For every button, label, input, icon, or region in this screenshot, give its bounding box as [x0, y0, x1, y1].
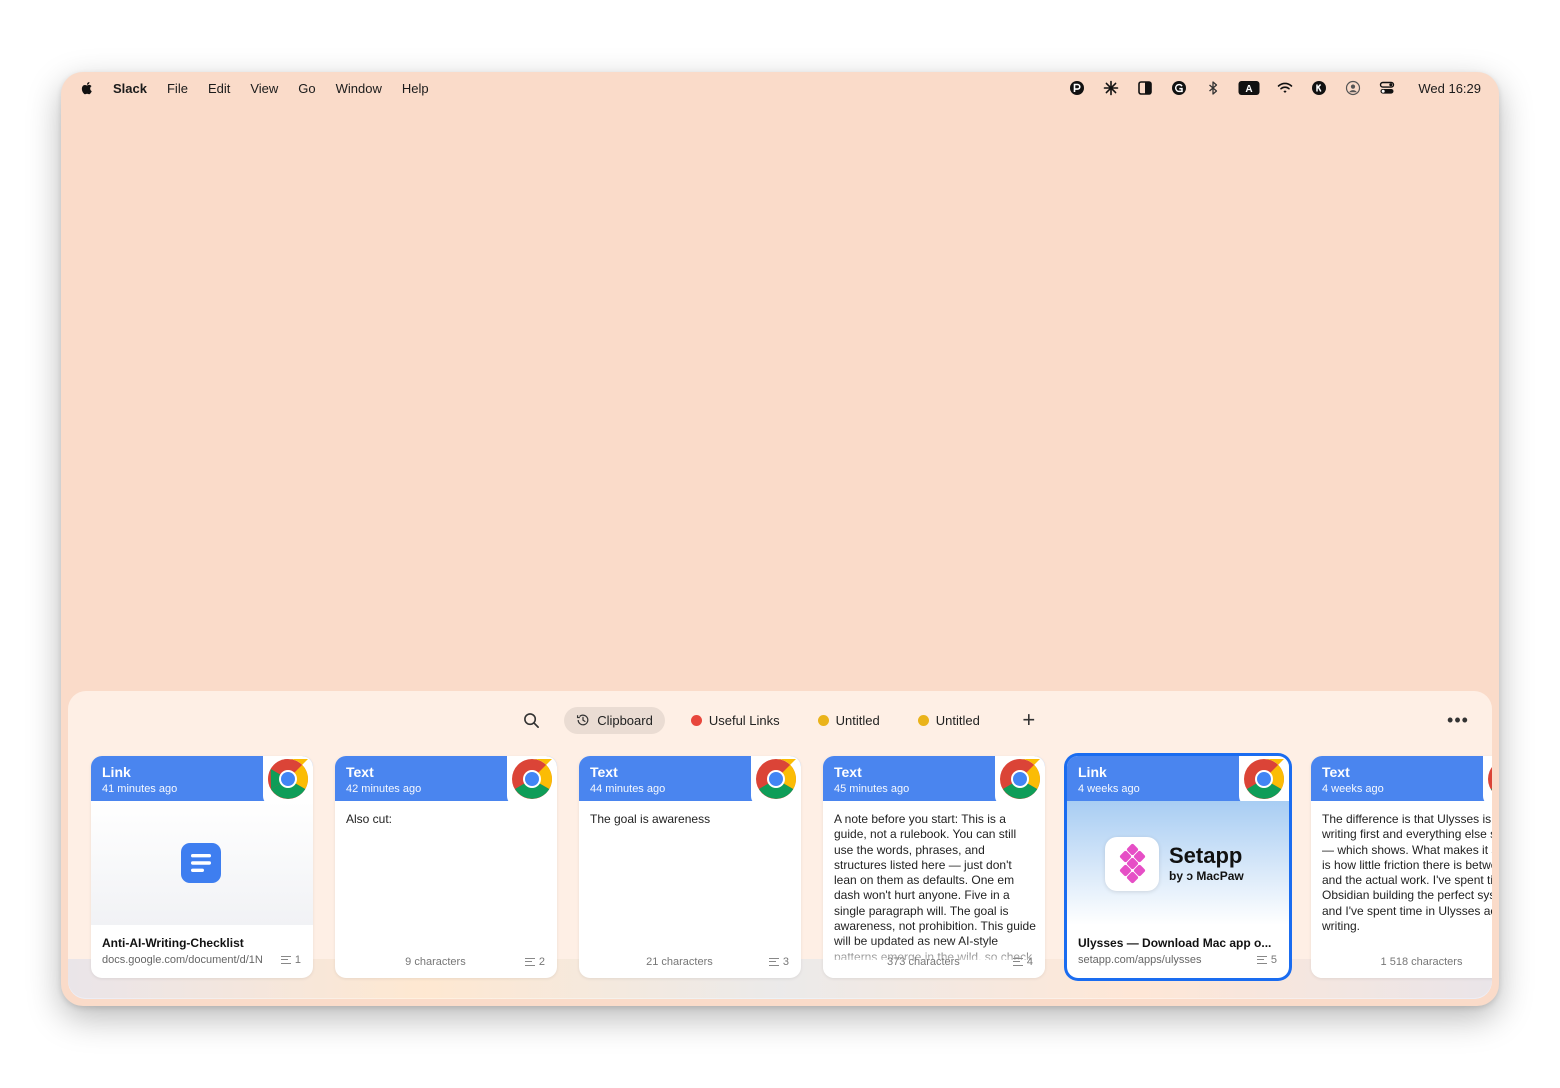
link-preview: Setapp by ↄ MacPaw [1067, 801, 1289, 925]
panel-toolbar: Clipboard Useful Links Untitled Untitled… [68, 705, 1492, 735]
lines-icon [524, 958, 535, 966]
card-text: A note before you start: This is a guide… [834, 812, 1036, 960]
card-index: 4 [1012, 956, 1033, 968]
card-type: Text [1322, 764, 1350, 780]
tab-color-dot [690, 714, 702, 726]
add-pinboard-button[interactable]: + [1018, 709, 1040, 731]
card-text: The goal is awareness [590, 812, 711, 826]
card-index-number: 4 [1026, 956, 1033, 968]
card-footer: 1 518 characters [1322, 955, 1492, 969]
control-center-icon[interactable] [1378, 79, 1396, 97]
tab-useful-links-label: Useful Links [708, 712, 780, 728]
tab-clipboard-label: Clipboard [597, 712, 653, 728]
sparkle-icon[interactable] [1102, 79, 1120, 97]
chrome-icon [1239, 756, 1289, 806]
sidebar-icon[interactable] [1136, 79, 1154, 97]
tab-untitled-2-label: Untitled [935, 712, 980, 728]
clip-card-5[interactable]: Link 4 weeks ago Setapp by ↄ MacPaw Ulys… [1067, 756, 1289, 978]
chrome-icon [507, 756, 557, 806]
google-docs-icon [181, 843, 221, 883]
link-url: setapp.com/apps/ulysses [1078, 954, 1202, 966]
menu-clock[interactable]: Wed 16:29 [1418, 81, 1481, 96]
card-index-number: 1 [294, 954, 301, 966]
card-time: 4 weeks ago [1322, 783, 1384, 795]
clip-card-2[interactable]: Text 42 minutes ago Also cut: 9 characte… [335, 756, 557, 978]
link-preview [91, 801, 313, 925]
clip-card-6[interactable]: Text 4 weeks ago The difference is that … [1311, 756, 1492, 978]
search-icon[interactable] [520, 709, 542, 731]
tab-untitled-1-label: Untitled [835, 712, 880, 728]
card-index: 5 [1256, 954, 1277, 966]
grammarly-icon[interactable] [1170, 79, 1188, 97]
lines-icon [768, 958, 779, 966]
menu-view[interactable]: View [250, 81, 278, 96]
link-url: docs.google.com/document/d/1N [102, 954, 263, 966]
tab-color-dot [817, 714, 829, 726]
char-count: 9 characters [405, 956, 466, 968]
link-title: Anti-AI-Writing-Checklist [102, 936, 244, 950]
card-index: 1 [280, 954, 301, 966]
card-index-number: 3 [782, 956, 789, 968]
card-footer: 9 characters 2 [346, 955, 545, 969]
setapp-byline: by ↄ MacPaw [1169, 869, 1244, 883]
menu-window[interactable]: Window [336, 81, 382, 96]
bluetooth-icon[interactable] [1204, 79, 1222, 97]
chrome-icon [751, 756, 801, 806]
card-text: The difference is that Ulysses is built … [1322, 812, 1492, 934]
card-index: 3 [768, 956, 789, 968]
tab-untitled-2[interactable]: Untitled [906, 707, 992, 734]
lines-icon [1256, 956, 1267, 964]
card-index-number: 5 [1270, 954, 1277, 966]
menu-go[interactable]: Go [298, 81, 315, 96]
clip-cards: Link 41 minutes ago Anti-AI-Writing-Chec… [91, 756, 1492, 978]
input-source-label: A [1246, 84, 1253, 95]
link-title: Ulysses — Download Mac app o... [1078, 936, 1272, 950]
more-options-button[interactable]: ••• [1446, 709, 1470, 731]
char-count: 373 characters [887, 956, 960, 968]
card-index: 2 [524, 956, 545, 968]
char-count: 21 characters [646, 956, 713, 968]
card-footer: 21 characters 3 [590, 955, 789, 969]
wifi-icon[interactable] [1276, 79, 1294, 97]
chrome-icon [263, 756, 313, 806]
menu-bar: Slack File Edit View Go Window Help A We… [61, 72, 1499, 104]
card-footer: 373 characters 4 [834, 955, 1033, 969]
menu-file[interactable]: File [167, 81, 188, 96]
desktop-screen: Slack File Edit View Go Window Help A We… [61, 72, 1499, 1006]
clip-card-1[interactable]: Link 41 minutes ago Anti-AI-Writing-Chec… [91, 756, 313, 978]
clipboard-panel: Clipboard Useful Links Untitled Untitled… [68, 691, 1492, 999]
lines-icon [280, 956, 291, 964]
menu-app-name[interactable]: Slack [113, 81, 147, 96]
lines-icon [1012, 958, 1023, 966]
menu-edit[interactable]: Edit [208, 81, 230, 96]
apple-icon[interactable] [79, 80, 95, 96]
setapp-brand: Setapp [1169, 843, 1243, 868]
card-index-number: 2 [538, 956, 545, 968]
setapp-icon [1119, 843, 1146, 884]
setapp-logo-tile [1105, 837, 1159, 891]
history-icon [577, 714, 589, 726]
menu-help[interactable]: Help [402, 81, 429, 96]
tab-color-dot [917, 714, 929, 726]
tab-untitled-1[interactable]: Untitled [806, 707, 892, 734]
card-text: Also cut: [346, 812, 393, 826]
tab-useful-links[interactable]: Useful Links [679, 707, 792, 734]
tab-clipboard[interactable]: Clipboard [564, 706, 665, 734]
user-icon[interactable] [1344, 79, 1362, 97]
chrome-icon [995, 756, 1045, 806]
app-k-icon[interactable] [1310, 79, 1328, 97]
clip-card-3[interactable]: Text 44 minutes ago The goal is awarenes… [579, 756, 801, 978]
pasta-icon[interactable] [1068, 79, 1086, 97]
chrome-icon [1483, 756, 1492, 806]
card-header: Text 4 weeks ago [1311, 756, 1492, 801]
input-source-icon[interactable]: A [1238, 79, 1260, 97]
char-count: 1 518 characters [1380, 956, 1463, 968]
clip-card-4[interactable]: Text 45 minutes ago A note before you st… [823, 756, 1045, 978]
